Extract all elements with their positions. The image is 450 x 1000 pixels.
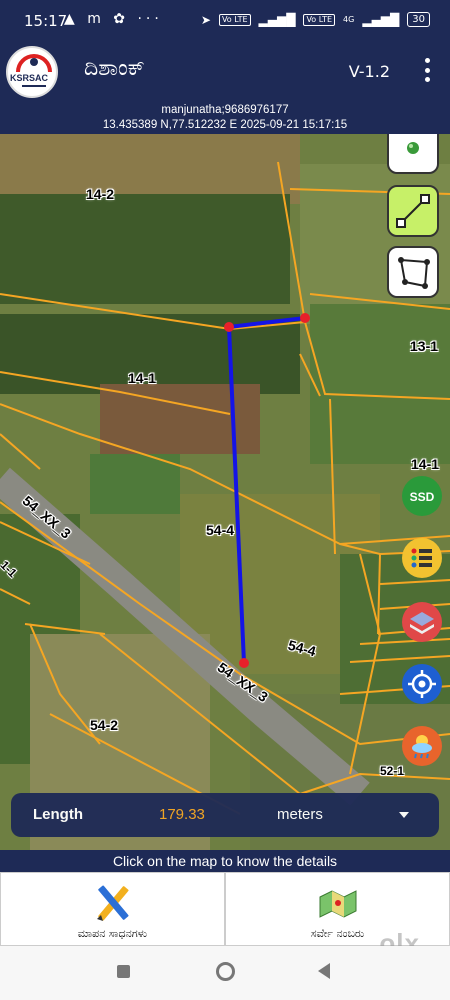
notification-icons: ▲ m ✿ ···	[64, 11, 163, 27]
user-info: manjunatha;9686976177 13.435389 N,77.512…	[0, 100, 450, 134]
survey-number-icon	[319, 890, 356, 918]
map-view[interactable]: 14-2 14-1 13-1 14-1 54-4 54_XX_3 54-4 54…	[0, 134, 450, 850]
weather-icon	[412, 735, 432, 759]
app-version: V-1.2	[348, 62, 390, 81]
vertex-point[interactable]	[239, 658, 249, 668]
battery-icon: 30	[407, 12, 430, 27]
gps-locate-button[interactable]	[402, 664, 442, 704]
system-nav-bar	[0, 946, 450, 1000]
nav-measure-tools-label: ಮಾಪನ ಸಾಧನಗಳು	[77, 927, 148, 940]
status-bar: 15:17 ▲ m ✿ ··· ➤ Vo LTE ▂▄▆█ Vo LTE 4G …	[0, 0, 450, 40]
svg-text:SSD: SSD	[410, 490, 435, 504]
polygon-icon	[398, 257, 430, 289]
length-label: Length	[33, 806, 83, 823]
logo-text: KSRSAC	[10, 73, 49, 83]
point-icon	[407, 142, 419, 154]
volte-icon: Vo LTE	[218, 13, 251, 26]
unit-dropdown[interactable]: meters	[277, 806, 323, 823]
ssd-layer-button[interactable]: SSD	[402, 476, 442, 516]
plot-label: 13-1	[410, 338, 439, 354]
satellite-map	[0, 134, 450, 850]
ssd-icon: SSD	[410, 490, 435, 504]
plot-label: 52-1	[380, 764, 405, 778]
line-tool-button[interactable]	[387, 185, 439, 237]
layers-icon	[410, 612, 434, 634]
status-time: 15:17	[24, 12, 68, 30]
plot-label: 14-2	[86, 186, 115, 202]
plot-label: 14-1	[128, 370, 157, 386]
line-icon	[396, 194, 430, 228]
crosshair-icon	[408, 670, 436, 698]
weather-button[interactable]	[402, 726, 442, 766]
list-icon	[411, 548, 432, 568]
app-bar: KSRSAC ದಿಶಾಂಕ್ V-1.2	[0, 40, 450, 100]
ksrsac-logo: KSRSAC	[6, 46, 58, 98]
signal-icon-2: ▂▄▆█	[362, 12, 400, 27]
plot-label: 54-2	[90, 717, 119, 733]
legend-button[interactable]	[402, 538, 442, 578]
length-value: 179.33	[159, 806, 205, 823]
user-id: manjunatha;9686976177	[161, 104, 289, 116]
point-tool-button[interactable]	[387, 134, 439, 174]
app-title: ದಿಶಾಂಕ್	[84, 56, 145, 81]
vertex-point[interactable]	[300, 313, 310, 323]
nav-measure-tools[interactable]: ಮಾಪನ ಸಾಧನಗಳು	[0, 872, 225, 946]
hint-banner: Click on the map to know the details	[0, 850, 450, 872]
home-icon[interactable]	[216, 962, 235, 981]
vertex-point[interactable]	[224, 322, 234, 332]
signal-icon: ▂▄▆█	[258, 12, 296, 27]
plot-label: 14-1	[411, 456, 440, 472]
volte-icon-2: Vo LTE	[303, 13, 336, 26]
gps-coordinates: 13.435389 N,77.512232 E 2025-09-21 15:17…	[102, 119, 348, 131]
overflow-menu-icon[interactable]	[422, 58, 432, 82]
recents-icon[interactable]	[117, 965, 130, 978]
measurement-panel: Length 179.33 meters	[11, 793, 439, 837]
network-type: 4G	[343, 15, 355, 24]
plot-label: 54-4	[206, 522, 235, 538]
status-right-icons: ➤ Vo LTE ▂▄▆█ Vo LTE 4G ▂▄▆█ 30	[201, 12, 430, 27]
measure-tools-icon	[96, 885, 129, 921]
back-icon[interactable]	[318, 963, 330, 979]
polygon-tool-button[interactable]	[387, 246, 439, 298]
location-icon: ➤	[200, 12, 211, 27]
layers-button[interactable]	[402, 602, 442, 642]
chevron-down-icon[interactable]	[399, 812, 409, 818]
